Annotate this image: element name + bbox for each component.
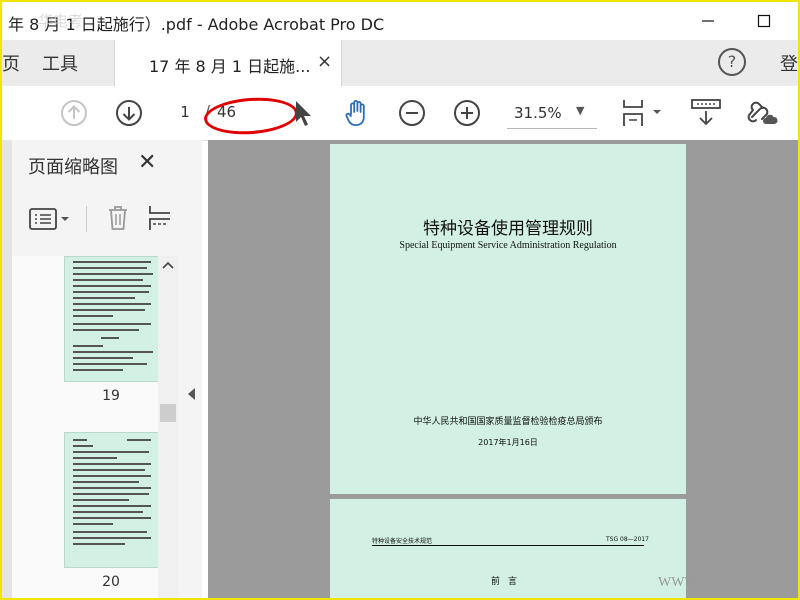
- page-properties-button[interactable]: [148, 204, 172, 232]
- arrow-down-circle-icon: [116, 100, 142, 126]
- zoom-in-button[interactable]: [452, 98, 482, 128]
- scrollbar-thumb[interactable]: [160, 404, 176, 422]
- fit-page-icon: [623, 100, 661, 126]
- zoom-out-button[interactable]: [397, 98, 427, 128]
- thumbnail-page-20[interactable]: [64, 432, 160, 568]
- close-tab-icon[interactable]: ×: [317, 51, 332, 72]
- select-tool-button[interactable]: [288, 98, 318, 128]
- hand-tool-button[interactable]: [342, 98, 372, 128]
- toolbar-divider: [86, 206, 87, 232]
- zoom-level-dropdown[interactable]: 31.5%: [514, 104, 562, 122]
- thumbnail-scrollbar[interactable]: [158, 256, 178, 598]
- chevron-up-icon[interactable]: [162, 258, 174, 272]
- thumbnail-page-19[interactable]: [64, 256, 160, 382]
- list-options-icon: [29, 208, 69, 230]
- chevron-down-icon[interactable]: ▼: [576, 104, 584, 117]
- hand-icon: [345, 100, 365, 126]
- panel-strip: [2, 140, 12, 598]
- watermark-text: 华电考: [38, 12, 84, 30]
- document-date: 2017年1月16日: [478, 438, 538, 447]
- document-tab-label: 17 年 8 月 1 日起施...: [149, 57, 311, 76]
- document-issuer: 中华人民共和国国家质量监督检验检疫总局颁布: [413, 417, 603, 427]
- minimize-icon: [702, 20, 714, 22]
- page-watermark: WWW: [658, 575, 698, 590]
- minimize-button[interactable]: [688, 8, 728, 34]
- thumbnail-label: 20: [102, 574, 120, 590]
- tab-document[interactable]: 17 年 8 月 1 日起施... ×: [114, 40, 342, 86]
- collapse-panel-icon[interactable]: [188, 388, 195, 400]
- share-link-button[interactable]: [746, 98, 780, 128]
- maximize-icon: [757, 14, 771, 28]
- pdf-page-2: 特种设备安全技术规范 TSG 08—2017 前言 WWW: [330, 499, 698, 598]
- close-panel-icon[interactable]: ✕: [138, 150, 156, 175]
- tab-home[interactable]: 页: [2, 50, 20, 76]
- maximize-button[interactable]: [744, 8, 784, 34]
- acrobat-window: 年 8 月 1 日起施行）.pdf - Adobe Acrobat Pro DC…: [0, 0, 800, 600]
- thumbnail-label: 19: [102, 388, 120, 404]
- title-bar: 年 8 月 1 日起施行）.pdf - Adobe Acrobat Pro DC…: [2, 2, 798, 40]
- panel-title: 页面缩略图: [28, 157, 118, 178]
- tab-tools[interactable]: 工具: [42, 50, 78, 76]
- next-page-button[interactable]: [114, 98, 144, 128]
- document-subtitle: Special Equipment Service Administration…: [399, 240, 617, 251]
- scroll-mode-button[interactable]: [690, 98, 724, 128]
- help-button[interactable]: ?: [718, 48, 746, 76]
- sign-in-link[interactable]: 登: [780, 50, 798, 76]
- arrow-up-circle-icon: [61, 100, 87, 126]
- document-title: 特种设备使用管理规则: [423, 219, 593, 239]
- tab-bar: 页 工具 17 年 8 月 1 日起施... × ? 登: [2, 40, 798, 87]
- thumbnail-options-button[interactable]: [28, 206, 74, 232]
- document-view[interactable]: 特种设备使用管理规则 Special Equipment Service Adm…: [208, 140, 798, 598]
- plus-circle-icon: [454, 100, 480, 126]
- header-rule: [372, 545, 644, 546]
- zoom-underline: [507, 128, 597, 129]
- section-heading: 前言: [490, 577, 525, 587]
- cursor-arrow-icon: [296, 101, 311, 126]
- pdf-page-1: 特种设备使用管理规则 Special Equipment Service Adm…: [330, 144, 686, 494]
- page-header-left: 特种设备安全技术规范: [372, 538, 433, 545]
- page-layout-icon: [149, 206, 170, 230]
- link-cloud-icon: [747, 101, 778, 124]
- red-annotation-ellipse: [202, 94, 300, 138]
- delete-page-button[interactable]: [106, 204, 130, 232]
- minus-circle-icon: [399, 100, 425, 126]
- page-header-right: TSG 08—2017: [606, 536, 649, 543]
- trash-icon: [109, 206, 127, 230]
- page-number-input[interactable]: 1: [172, 103, 198, 121]
- page-display-button[interactable]: [620, 98, 666, 128]
- toolbar: 1 / 46 31.5% ▼: [2, 86, 798, 141]
- thumbnail-list: 19 20: [12, 256, 178, 598]
- previous-page-button[interactable]: [59, 98, 89, 128]
- page-thumbnails-panel: 页面缩略图 ✕ 19 20: [2, 140, 202, 598]
- keyboard-scroll-icon: [691, 99, 721, 126]
